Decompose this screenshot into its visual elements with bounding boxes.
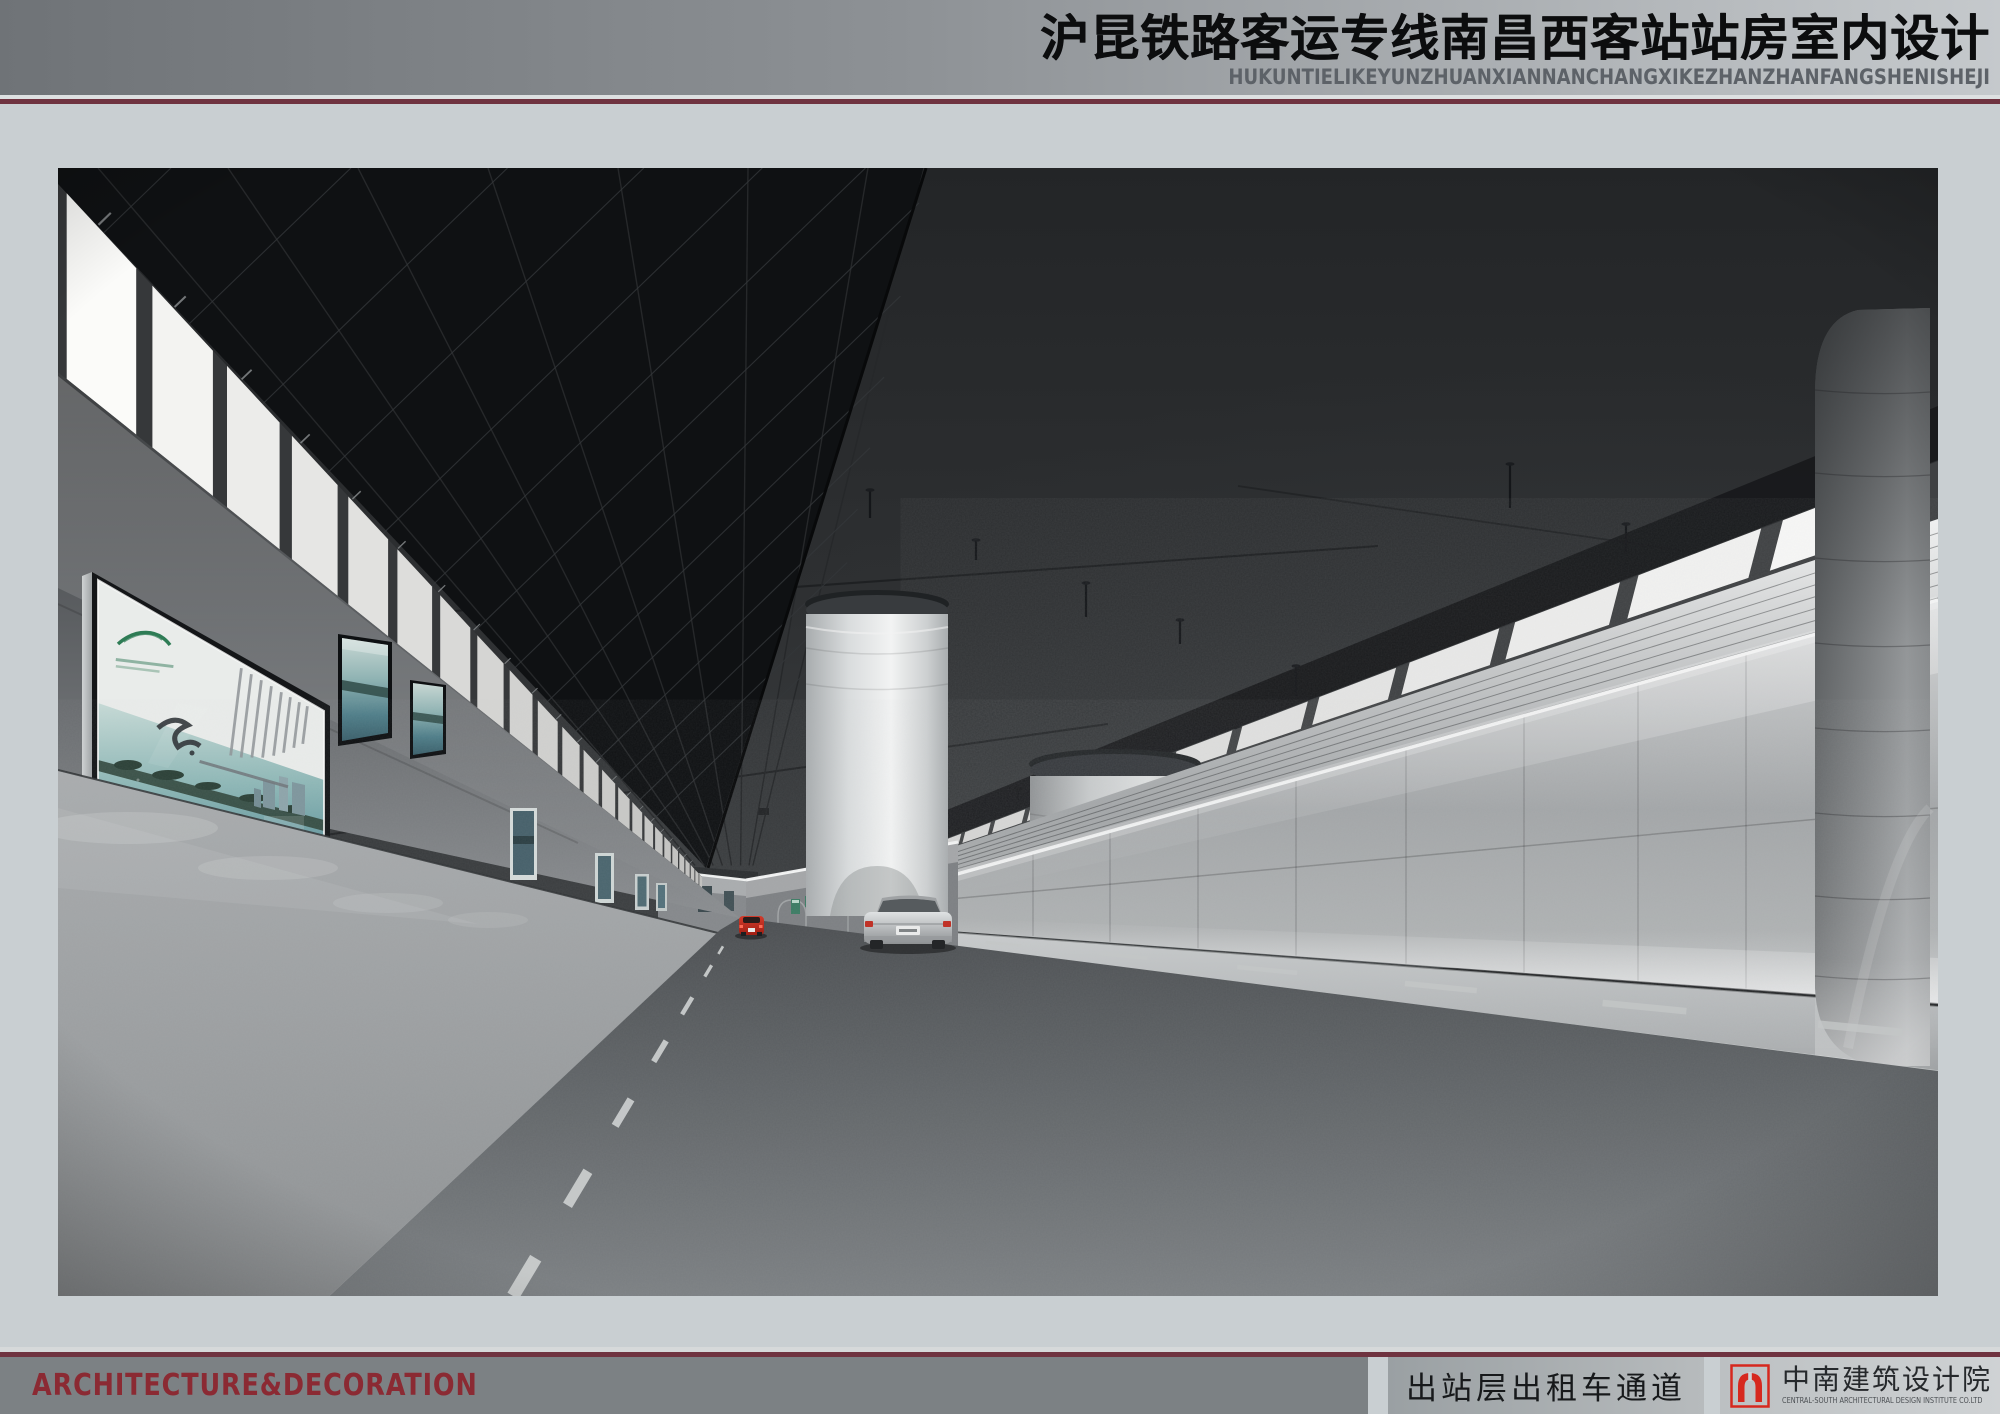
- logo-plate: 中南建筑设计院 CENTRAL-SOUTH ARCHITECTURAL DESI…: [1720, 1357, 2000, 1414]
- footer: ARCHITECTURE&DECORATION 出站层出租车通道 中南建筑设计院…: [0, 1357, 2000, 1414]
- page-title: 沪昆铁路客运专线南昌西客站站房室内设计: [1040, 14, 1990, 63]
- page-subtitle-pinyin: HUKUNTIELIKEYUNZHUANXIANNANCHANGXIKEZHAN…: [1173, 65, 1990, 89]
- company-name-cn: 中南建筑设计院: [1782, 1366, 2000, 1394]
- rendering-image: [58, 168, 1938, 1296]
- title-block: 沪昆铁路客运专线南昌西客站站房室内设计 HUKUNTIELIKEYUNZHUAN…: [1040, 0, 1990, 95]
- vignette: [58, 168, 1938, 1296]
- footer-divider: [1368, 1357, 1388, 1414]
- brand-text: ARCHITECTURE&DECORATION: [32, 1357, 478, 1414]
- footer-divider: [1704, 1357, 1720, 1414]
- company-name-block: 中南建筑设计院 CENTRAL-SOUTH ARCHITECTURAL DESI…: [1782, 1366, 2000, 1405]
- company-logo-icon: [1730, 1364, 1770, 1408]
- caption-plate: 出站层出租车通道: [1388, 1357, 1704, 1414]
- drawing-caption: 出站层出租车通道: [1406, 1363, 1686, 1408]
- header: 沪昆铁路客运专线南昌西客站站房室内设计 HUKUNTIELIKEYUNZHUAN…: [0, 0, 2000, 95]
- presentation-board: 沪昆铁路客运专线南昌西客站站房室内设计 HUKUNTIELIKEYUNZHUAN…: [0, 0, 2000, 1414]
- company-name-en: CENTRAL-SOUTH ARCHITECTURAL DESIGN INSTI…: [1782, 1397, 1982, 1405]
- content-area: [0, 104, 2000, 1347]
